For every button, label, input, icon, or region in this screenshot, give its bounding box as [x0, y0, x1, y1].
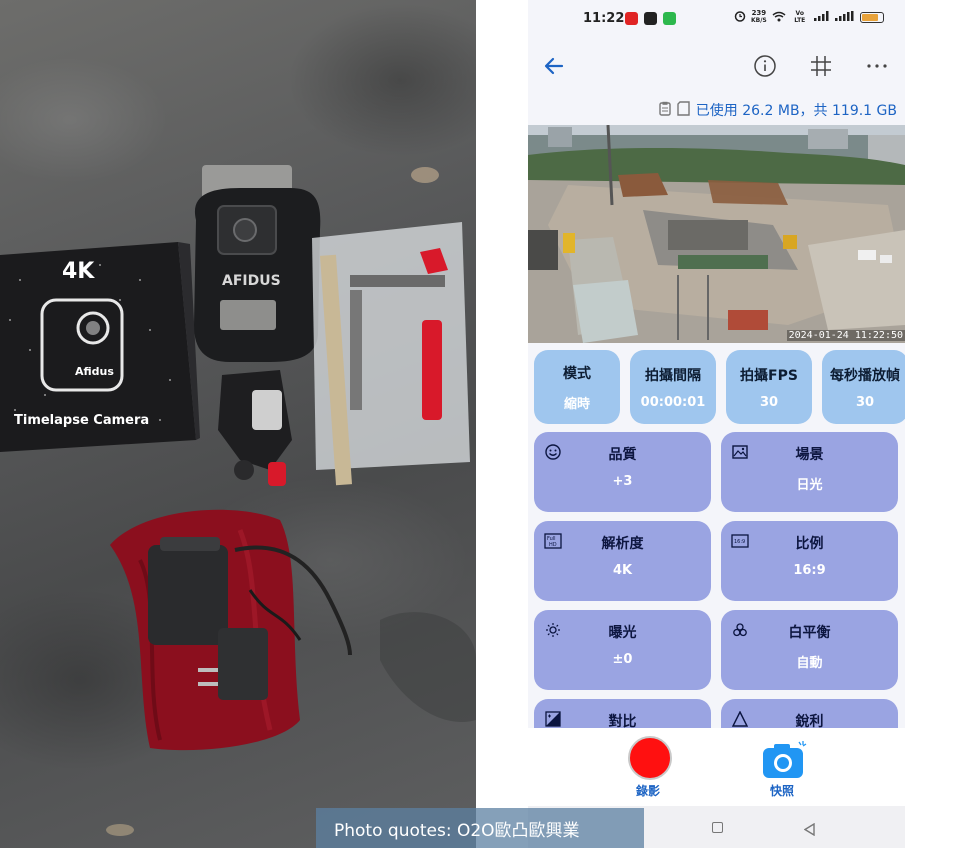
status-time: 11:22: [583, 11, 625, 26]
battery-icon: [859, 11, 884, 23]
settings-scroll-area[interactable]: 模式 縮時 拍攝間隔 00:00:01 拍攝FPS 30 每秒播放幀 30 品質…: [528, 350, 905, 728]
camera-case: [194, 165, 321, 362]
aspect-ratio-tile[interactable]: 16:9 比例 16:9: [721, 521, 898, 601]
tile-value: 30: [759, 394, 779, 410]
setting-value: 日光: [796, 478, 823, 493]
tile-value: 30: [855, 394, 875, 410]
grid-hash-icon[interactable]: [807, 52, 835, 80]
net-speed: 239 KB/S: [751, 9, 767, 25]
setting-label: 品質: [608, 447, 637, 463]
mount-bag: [312, 222, 470, 486]
construction-site-view: [528, 125, 905, 343]
box-4k-text: 4K: [62, 259, 95, 284]
storage-usage-text: 已使用 26.2 MB，共 119.1 GB: [695, 103, 897, 119]
product-photo: 4K Afidus Timelapse Camera AFIDUS: [0, 0, 476, 848]
tile-value: 00:00:01: [640, 394, 706, 410]
clamp-mount: [218, 370, 292, 486]
alarm-icon: [734, 10, 746, 24]
status-app-icons: [625, 12, 676, 25]
net-speed-value: 239: [751, 9, 767, 17]
volte-label: Vo LTE: [794, 10, 806, 24]
interval-tile[interactable]: 拍攝間隔 00:00:01: [630, 350, 716, 424]
storage-info: 已使用 26.2 MB，共 119.1 GB: [659, 100, 897, 120]
arrow-left-icon[interactable]: [540, 52, 568, 80]
capture-fps-tile[interactable]: 拍攝FPS 30: [726, 350, 812, 424]
status-indicators: 239 KB/S Vo LTE: [734, 10, 884, 24]
setting-label: 對比: [608, 714, 637, 728]
camera-icon[interactable]: [761, 740, 807, 778]
app-screen: 11:22 239 KB/S Vo LTE 已使用 26.2 MB，共 119.…: [528, 0, 905, 848]
preview-timestamp: 2024-01-24 11:22:50: [786, 330, 905, 341]
home-square-icon[interactable]: [712, 822, 723, 833]
product-photo-illustration: 4K Afidus Timelapse Camera AFIDUS: [0, 165, 476, 836]
notification-app-icon: [663, 12, 676, 25]
setting-label: 銳利: [795, 714, 824, 728]
white-balance-tile[interactable]: 白平衡 自動: [721, 610, 898, 690]
setting-label: 曝光: [608, 625, 637, 641]
notification-app-icon: [625, 12, 638, 25]
tile-label: 拍攝FPS: [740, 367, 798, 384]
setting-label: 場景: [795, 447, 824, 463]
back-triangle-icon[interactable]: [803, 821, 816, 840]
box-brand-text: Afidus: [75, 365, 114, 378]
tile-value: 縮時: [563, 396, 590, 412]
top-app-bar: [528, 40, 905, 92]
signal-icon: [834, 11, 855, 23]
setting-label: 比例: [795, 536, 824, 552]
record-label: 錄影: [636, 784, 661, 798]
resolution-tile[interactable]: Full HD 解析度 4K: [534, 521, 711, 601]
sd-card-icon: [677, 100, 690, 120]
clipboard-icon[interactable]: [659, 101, 671, 120]
more-horizontal-icon[interactable]: [863, 52, 891, 80]
snapshot-label: 快照: [770, 784, 795, 798]
setting-value: 16:9: [793, 563, 826, 578]
status-bar: 11:22 239 KB/S Vo LTE: [528, 0, 905, 40]
case-brand-text: AFIDUS: [222, 273, 281, 289]
setting-value: 4K: [612, 563, 633, 578]
battery-level: [861, 13, 878, 21]
setting-value: +3: [612, 474, 633, 489]
mode-tile[interactable]: 模式 縮時: [534, 350, 620, 424]
quick-settings-row: 模式 縮時 拍攝間隔 00:00:01 拍攝FPS 30 每秒播放幀 30: [534, 350, 905, 424]
info-circle-icon[interactable]: [751, 52, 779, 80]
contrast-tile[interactable]: 對比: [534, 699, 711, 728]
wifi-icon: [772, 11, 786, 24]
box-product-text: Timelapse Camera: [14, 413, 149, 428]
record-button[interactable]: [628, 736, 672, 780]
tile-label: 模式: [563, 365, 591, 382]
setting-label: 解析度: [601, 536, 644, 552]
notification-app-icon: [644, 12, 657, 25]
camera-preview[interactable]: 2024-01-24 11:22:50: [528, 125, 905, 343]
sharpness-tile[interactable]: 銳利: [721, 699, 898, 728]
net-speed-unit: KB/S: [751, 17, 767, 24]
exposure-tile[interactable]: 曝光 ±0: [534, 610, 711, 690]
watermark-caption: Photo quotes: O2O歐凸歐興業: [316, 808, 644, 848]
screenshot-page: 4K Afidus Timelapse Camera AFIDUS 11:22 …: [0, 0, 961, 848]
capture-actions: 錄影 快照: [528, 728, 905, 806]
setting-value: 自動: [796, 656, 823, 671]
signal-icon: [813, 11, 830, 23]
scene-tile[interactable]: 場景 日光: [721, 432, 898, 512]
tile-label: 每秒播放幀: [830, 367, 900, 384]
battery-pack: [148, 545, 228, 645]
charger-adapter: [218, 628, 268, 700]
quality-tile[interactable]: 品質 +3: [534, 432, 711, 512]
setting-label: 白平衡: [788, 625, 831, 641]
setting-value: ±0: [612, 652, 633, 667]
tile-label: 拍攝間隔: [645, 367, 701, 384]
playback-fps-tile[interactable]: 每秒播放幀 30: [822, 350, 905, 424]
